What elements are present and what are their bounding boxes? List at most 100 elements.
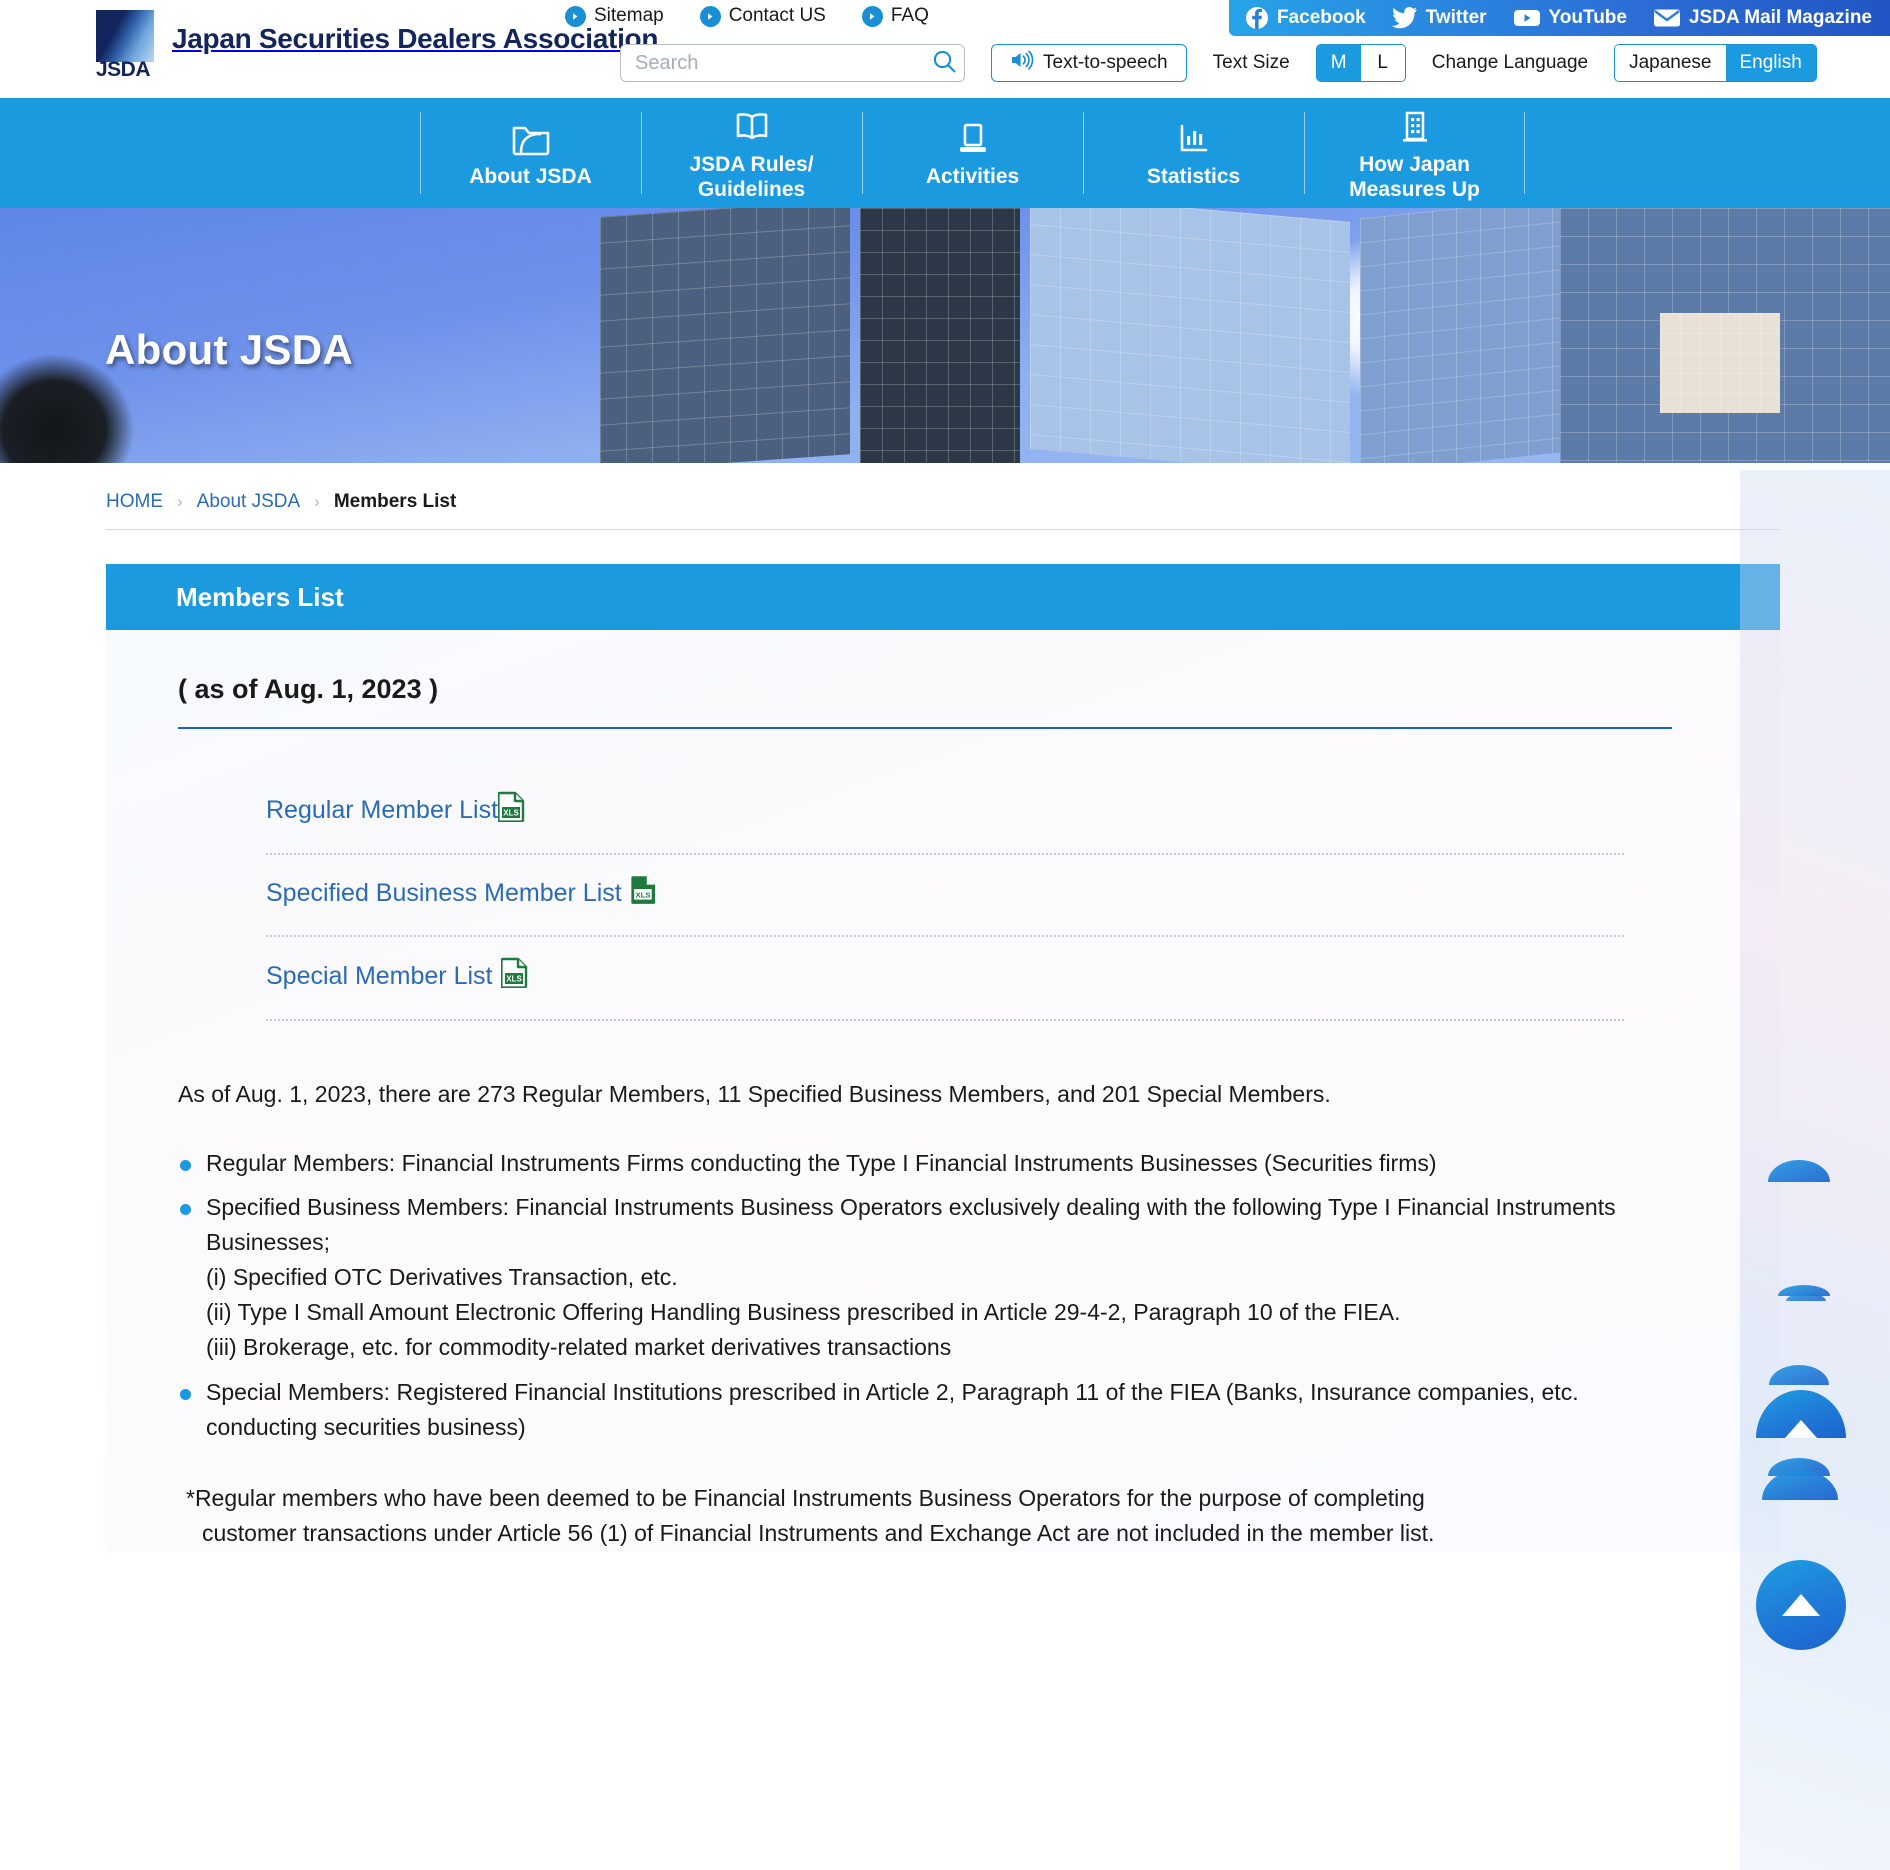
youtube-icon — [1513, 8, 1541, 28]
language-option-japanese[interactable]: Japanese — [1615, 45, 1726, 81]
utility-link-label: Sitemap — [594, 5, 664, 26]
as-of-date-heading: ( as of Aug. 1, 2023 ) — [178, 674, 1672, 729]
nav-item-label: Activities — [925, 165, 1020, 189]
social-link-facebook[interactable]: Facebook — [1245, 6, 1366, 30]
social-link-label: Facebook — [1276, 7, 1366, 28]
social-link-label: JSDA Mail Magazine — [1688, 7, 1872, 28]
description-block: As of Aug. 1, 2023, there are 273 Regula… — [178, 1077, 1720, 1551]
breadcrumb-item-home[interactable]: HOME — [106, 491, 163, 513]
hero-title: About JSDA — [105, 326, 353, 373]
arrow-right-circle-icon — [861, 5, 883, 27]
social-links-bar: Facebook Twitter YouTube JSDA Mail Magaz… — [1228, 0, 1890, 36]
nav-item-label: JSDA Rules/ Guidelines — [689, 152, 814, 201]
nav-item-label: About JSDA — [469, 165, 592, 189]
nav-item-about-jsda[interactable]: About JSDA — [420, 98, 641, 208]
xls-file-icon: XLS — [500, 957, 528, 995]
download-link-label: Special Member List — [266, 961, 493, 990]
folder-icon — [510, 120, 552, 158]
site-search — [620, 44, 965, 82]
building-icon — [1397, 108, 1433, 146]
triangle-up-icon — [1782, 1594, 1820, 1616]
download-link-special-member-list[interactable]: Special Member List XLS — [266, 957, 528, 995]
language-option-english[interactable]: English — [1725, 45, 1816, 81]
utility-link-label: FAQ — [890, 5, 929, 26]
download-list: Regular Member List XLS Specified Busine… — [266, 771, 1624, 1021]
download-link-label: Regular Member List — [266, 795, 499, 824]
scroll-to-top-ghost — [1786, 1293, 1826, 1301]
building-decoration — [1360, 208, 1560, 463]
download-row: Specified Business Member List XLS — [266, 855, 1624, 937]
utility-links: Sitemap Contact US FAQ — [565, 0, 929, 32]
footnote-line-1: *Regular members who have been deemed to… — [186, 1485, 1425, 1512]
svg-text:XLS: XLS — [635, 890, 650, 899]
utility-link-contact-us[interactable]: Contact US — [699, 5, 826, 27]
nav-item-label: How Japan Measures Up — [1349, 152, 1480, 201]
utility-header: JSDA Japan Securities Dealers Associatio… — [0, 0, 1890, 98]
arrow-right-circle-icon — [699, 5, 721, 27]
scroll-to-top-button[interactable] — [1756, 1560, 1846, 1650]
search-input[interactable] — [620, 44, 965, 82]
list-item: Special Members: Registered Financial In… — [178, 1375, 1660, 1445]
page-title-bar: Members List — [106, 564, 1780, 630]
chevron-right-icon: › — [177, 492, 183, 511]
nav-item-how-japan-measures-up[interactable]: How Japan Measures Up — [1304, 98, 1525, 208]
breadcrumb: HOME › About JSDA › Members List — [106, 491, 1780, 530]
text-size-toggle: M L — [1315, 44, 1406, 82]
search-icon — [932, 49, 957, 77]
monitor-icon — [954, 120, 992, 158]
svg-text:XLS: XLS — [507, 975, 523, 984]
breadcrumb-item-current: Members List — [333, 491, 457, 512]
list-item: Regular Members: Financial Instruments F… — [178, 1146, 1660, 1181]
chevron-right-icon: › — [314, 492, 320, 511]
download-row: Special Member List XLS — [266, 937, 1624, 1021]
member-type-list: Regular Members: Financial Instruments F… — [178, 1146, 1660, 1446]
utility-link-faq[interactable]: FAQ — [861, 5, 929, 27]
svg-text:XLS: XLS — [503, 809, 519, 818]
speaker-icon — [1010, 50, 1034, 76]
social-link-youtube[interactable]: YouTube — [1513, 7, 1627, 29]
text-size-label: Text Size — [1212, 52, 1290, 73]
jsda-logo-mark: JSDA — [96, 10, 158, 82]
social-link-twitter[interactable]: Twitter — [1391, 7, 1487, 29]
building-decoration — [860, 208, 1020, 463]
list-item: Specified Business Members: Financial In… — [178, 1190, 1660, 1365]
page-content: Members List ( as of Aug. 1, 2023 ) Regu… — [106, 564, 1780, 1552]
nav-item-activities[interactable]: Activities — [862, 98, 1083, 208]
utility-link-label: Contact US — [728, 5, 826, 26]
download-link-specified-business-member-list[interactable]: Specified Business Member List XLS — [266, 875, 656, 911]
utility-controls: Text-to-speech Text Size M L Change Lang… — [620, 44, 1817, 82]
footnote: *Regular members who have been deemed to… — [178, 1481, 1660, 1551]
hero-banner: About JSDA — [0, 208, 1890, 463]
social-link-label: YouTube — [1548, 7, 1627, 28]
xls-file-icon: XLS — [631, 875, 656, 911]
utility-link-sitemap[interactable]: Sitemap — [565, 5, 664, 27]
arrow-right-circle-icon — [565, 5, 586, 27]
building-decoration — [1030, 208, 1350, 463]
breadcrumb-item-about-jsda[interactable]: About JSDA — [197, 491, 301, 513]
building-decoration — [1660, 313, 1780, 413]
download-link-label: Specified Business Member List — [266, 878, 622, 907]
text-to-speech-label: Text-to-speech — [1043, 52, 1168, 73]
building-decoration — [600, 208, 850, 463]
search-submit-button[interactable] — [929, 48, 959, 78]
mail-icon — [1653, 8, 1681, 28]
main-navigation: About JSDA JSDA Rules/ Guidelines Activi… — [0, 98, 1890, 208]
facebook-icon — [1245, 6, 1269, 30]
triangle-up-icon — [1785, 1420, 1817, 1438]
xls-file-icon: XLS — [497, 791, 525, 829]
breadcrumb-area: HOME › About JSDA › Members List — [0, 463, 1890, 530]
text-to-speech-button[interactable]: Text-to-speech — [991, 44, 1187, 82]
nav-item-jsda-rules-guidelines[interactable]: JSDA Rules/ Guidelines — [641, 98, 862, 208]
nav-item-statistics[interactable]: Statistics — [1083, 98, 1304, 208]
members-count-summary: As of Aug. 1, 2023, there are 273 Regula… — [178, 1081, 1331, 1107]
download-link-regular-member-list[interactable]: Regular Member List XLS — [266, 791, 525, 829]
text-size-option-l[interactable]: L — [1360, 45, 1405, 81]
logo-abbr: JSDA — [96, 58, 151, 81]
language-toggle: Japanese English — [1614, 44, 1817, 82]
nav-item-label: Statistics — [1146, 165, 1241, 189]
bar-chart-icon — [1175, 120, 1213, 158]
twitter-icon — [1391, 7, 1418, 29]
scroll-to-top-ghost — [1778, 1285, 1830, 1296]
text-size-option-m[interactable]: M — [1316, 45, 1361, 81]
social-link-mail-magazine[interactable]: JSDA Mail Magazine — [1653, 7, 1872, 29]
